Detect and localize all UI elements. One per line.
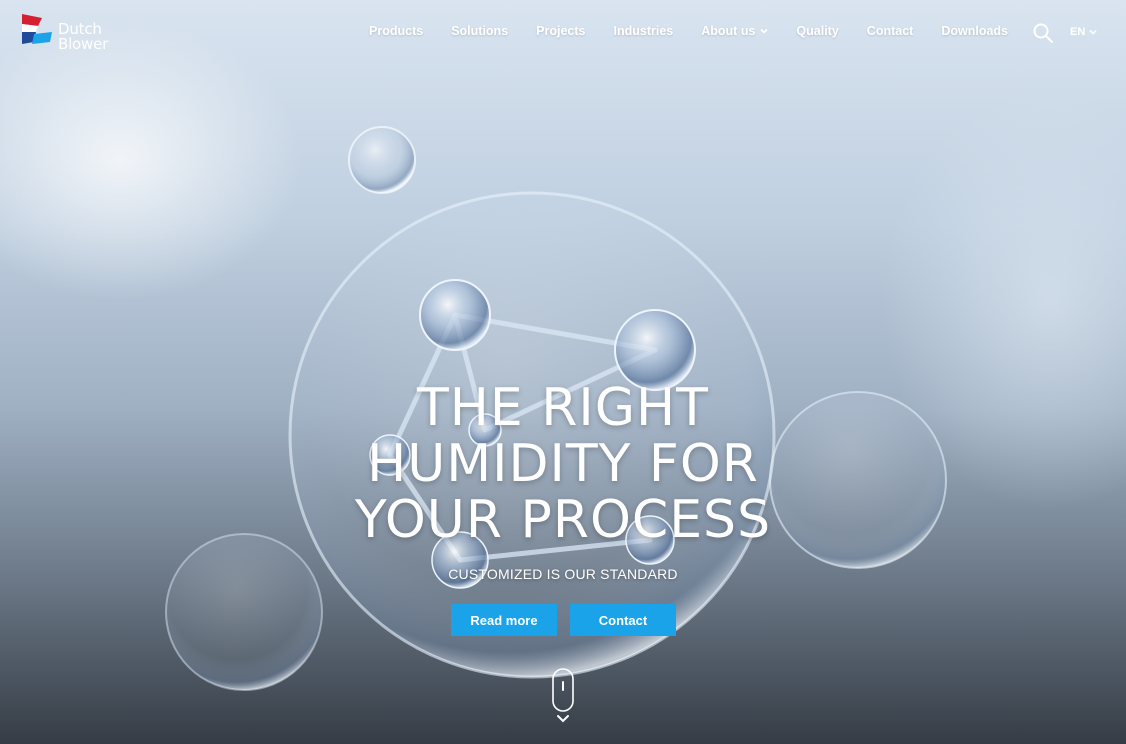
dutch-flag-icon [22, 14, 52, 44]
nav-item-label: Solutions [451, 24, 509, 38]
headline-line-3: YOUR PROCESS [354, 490, 772, 550]
hero-subheadline: CUSTOMIZED IS OUR STANDARD [448, 566, 678, 582]
mouse-scroll-icon [552, 668, 574, 723]
nav-item-industries[interactable]: Industries [614, 24, 674, 38]
hero-bubbles-background [165, 126, 947, 691]
nav-item-contact[interactable]: Contact [867, 24, 914, 38]
nav-item-about-us[interactable]: About us [701, 24, 768, 38]
headline-line-1: THE RIGHT [417, 378, 709, 438]
chevron-down-icon [1089, 29, 1097, 35]
nav-item-label: About us [701, 24, 756, 38]
nav-item-products[interactable]: Products [369, 24, 423, 38]
nav-item-label: Quality [796, 24, 839, 38]
nav-item-projects[interactable]: Projects [536, 24, 585, 38]
nav-item-label: Projects [536, 24, 586, 38]
contact-button[interactable]: Contact [570, 604, 676, 636]
nav-item-label: Products [369, 24, 424, 38]
language-selector[interactable]: EN [1070, 26, 1097, 38]
nav-item-label: Industries [613, 24, 674, 38]
site-logo[interactable]: Dutch Blower [20, 12, 130, 56]
nav-item-label: Contact [866, 24, 914, 38]
chevron-down-icon [760, 28, 768, 34]
logo-line-2: Blower [58, 35, 109, 53]
nav-item-downloads[interactable]: Downloads [941, 24, 1008, 38]
search-icon [1033, 23, 1053, 43]
main-nav: Products Solutions Projects Industries A… [369, 24, 1008, 38]
logo-wordmark: Dutch Blower [58, 22, 108, 52]
scroll-down-button[interactable] [551, 668, 575, 726]
search-button[interactable] [1032, 22, 1054, 44]
nav-item-solutions[interactable]: Solutions [451, 24, 508, 38]
nav-item-quality[interactable]: Quality [796, 24, 838, 38]
hero-headline: THE RIGHT HUMIDITY FOR YOUR PROCESS [0, 380, 1126, 548]
read-more-button[interactable]: Read more [451, 604, 557, 636]
headline-line-2: HUMIDITY FOR [367, 434, 759, 494]
nav-item-label: Downloads [941, 24, 1008, 38]
hero-section [0, 0, 1126, 744]
language-label: EN [1070, 26, 1086, 38]
site-header: Dutch Blower Products Solutions Projects… [0, 0, 1126, 66]
